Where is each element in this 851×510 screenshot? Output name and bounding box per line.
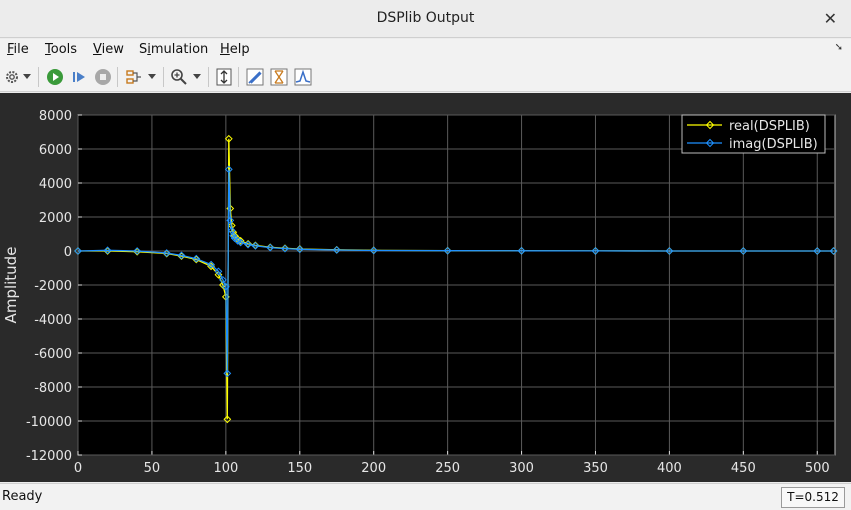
toolbar-separator [208, 67, 209, 87]
x-tick-label: 350 [583, 461, 608, 476]
legend-label: imag(DSPLIB) [729, 137, 818, 152]
y-axis-label: Amplitude [2, 247, 20, 324]
x-tick-label: 400 [657, 461, 682, 476]
status-text: Ready [2, 489, 43, 504]
toolbar-separator [117, 67, 118, 87]
fit-to-view-icon[interactable] [214, 67, 234, 87]
x-tick-label: 0 [74, 461, 82, 476]
y-tick-label: 4000 [39, 177, 72, 192]
chart[interactable]: 0 50 100 150 200 250 300 350 400 450 500 8000 6000 40… [0, 93, 851, 482]
menu-simulation[interactable]: Simulation [139, 42, 208, 57]
simulation-time: T=0.512 [781, 487, 845, 508]
title-bar: DSPlib Output ✕ [0, 0, 851, 38]
toolbar-separator [38, 67, 39, 87]
step-forward-icon[interactable] [69, 67, 89, 87]
toolbar-separator [238, 67, 239, 87]
y-tick-label: -12000 [26, 449, 72, 464]
chevron-down-icon[interactable] [146, 67, 158, 87]
x-tick-label: 250 [435, 461, 460, 476]
menu-help[interactable]: Help [220, 42, 250, 57]
legend-label: real(DSPLIB) [729, 119, 810, 134]
signal-selector-icon[interactable] [124, 67, 144, 87]
x-tick-label: 150 [287, 461, 312, 476]
window-title: DSPlib Output [376, 10, 475, 26]
trigger-icon[interactable] [269, 67, 289, 87]
y-tick-label: 0 [64, 245, 72, 260]
chevron-down-icon[interactable] [21, 67, 33, 87]
y-tick-label: -4000 [34, 313, 72, 328]
x-tick-label: 200 [361, 461, 386, 476]
x-tick-label: 50 [144, 461, 161, 476]
zoom-in-icon[interactable] [169, 67, 189, 87]
toolbar-separator [163, 67, 164, 87]
x-tick-label: 100 [213, 461, 238, 476]
x-tick-label: 300 [509, 461, 534, 476]
menu-view[interactable]: View [93, 42, 124, 57]
toolbar [0, 62, 851, 92]
chevron-down-icon[interactable] [191, 67, 203, 87]
x-tick-label: 500 [805, 461, 830, 476]
y-tick-label: 6000 [39, 143, 72, 158]
settings-icon[interactable] [2, 67, 22, 87]
plot-panel: 0 50 100 150 200 250 300 350 400 450 500 8000 6000 40… [0, 93, 851, 482]
y-tick-label: -2000 [34, 279, 72, 294]
y-tick-label: -8000 [34, 381, 72, 396]
menu-file[interactable]: File [7, 42, 29, 57]
cursor-measurement-icon[interactable] [245, 67, 265, 87]
menu-bar: File Tools View Simulation Help ➘ [0, 39, 851, 62]
y-tick-label: 2000 [39, 211, 72, 226]
y-tick-label: 8000 [39, 109, 72, 124]
menu-tools[interactable]: Tools [45, 42, 77, 57]
y-tick-label: -6000 [34, 347, 72, 362]
status-bar: Ready T=0.512 [0, 483, 851, 510]
peak-finder-icon[interactable] [293, 67, 313, 87]
stop-icon[interactable] [93, 67, 113, 87]
y-tick-label: -10000 [26, 415, 72, 430]
close-icon[interactable]: ✕ [824, 9, 837, 28]
undock-icon[interactable]: ➘ [835, 42, 843, 53]
run-icon[interactable] [45, 67, 65, 87]
x-tick-label: 450 [731, 461, 756, 476]
